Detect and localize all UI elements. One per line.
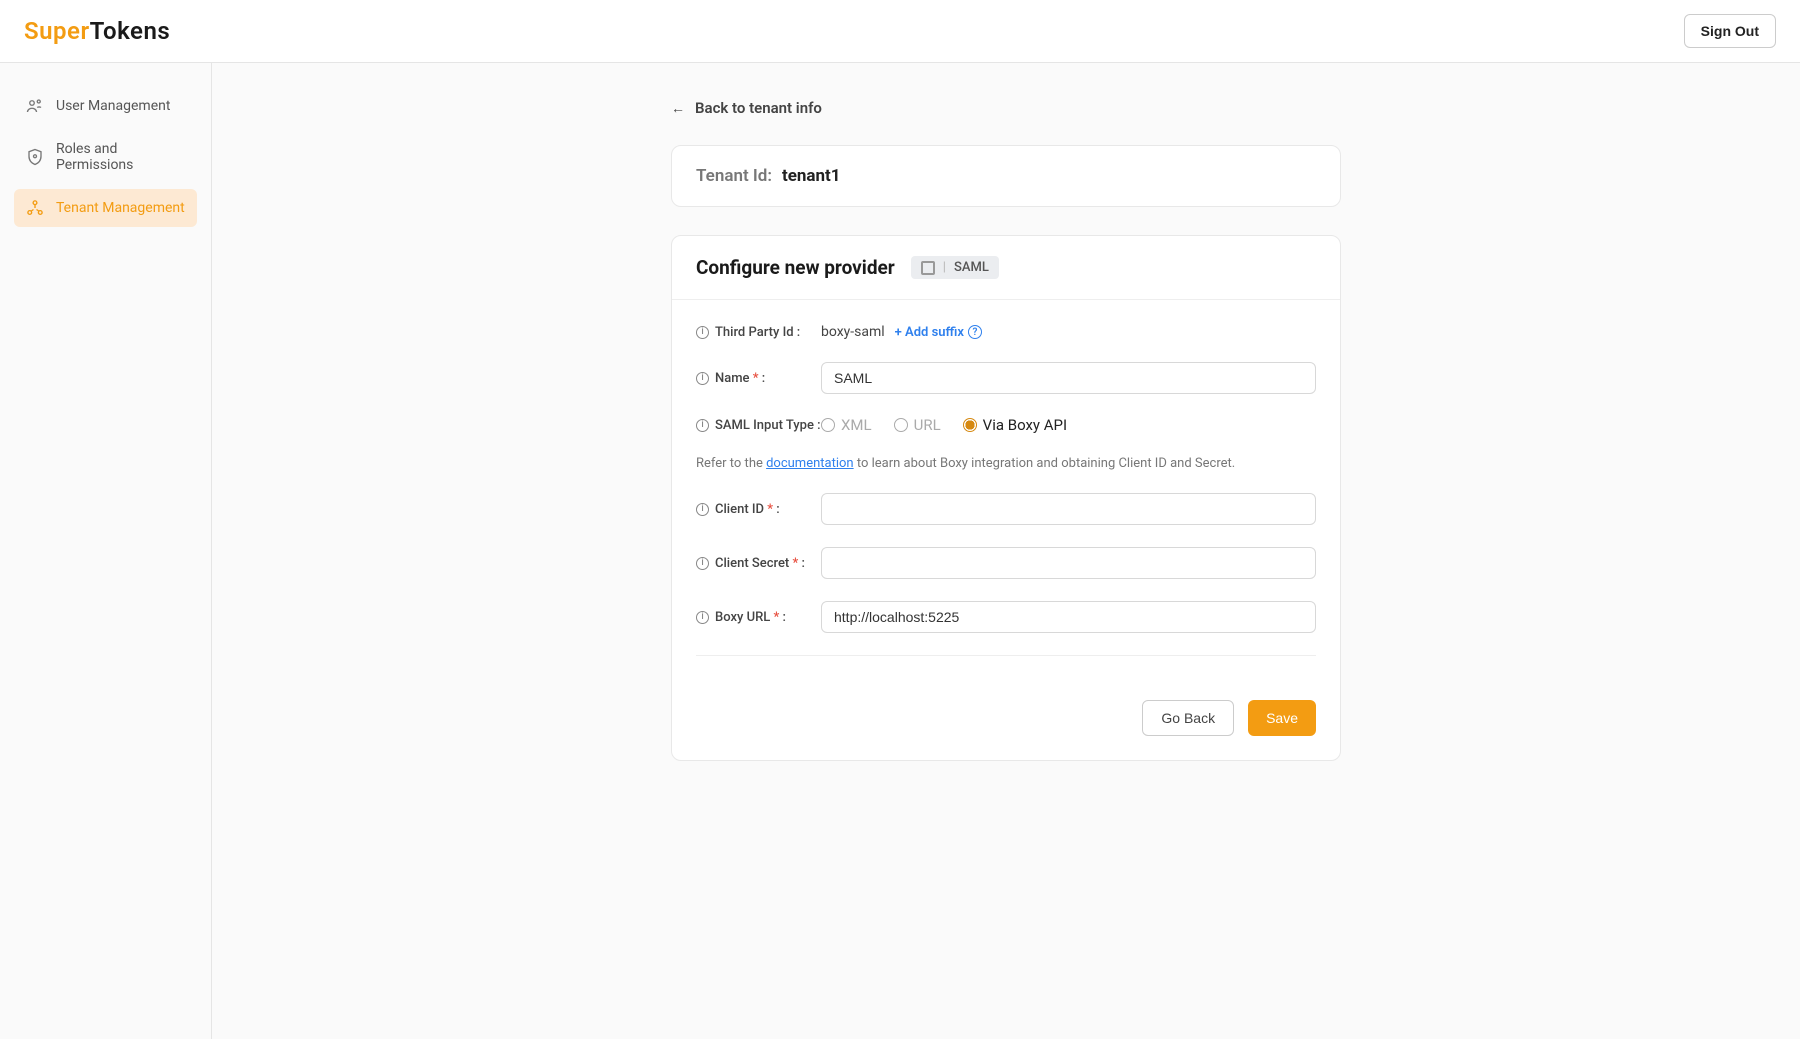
provider-form-card: Configure new provider | SAML i Third Pa… (671, 235, 1341, 761)
radio-url[interactable]: URL (894, 416, 941, 434)
client-secret-input[interactable] (821, 547, 1316, 579)
help-text: Refer to the documentation to learn abou… (696, 456, 1316, 471)
info-icon[interactable]: i (696, 503, 709, 516)
sidebar-item-tenant-management[interactable]: Tenant Management (14, 189, 197, 227)
info-icon[interactable]: i (696, 419, 709, 432)
boxy-url-input[interactable] (821, 601, 1316, 633)
provider-badge: | SAML (911, 256, 999, 279)
badge-text: SAML (954, 260, 989, 275)
shield-icon (26, 148, 44, 166)
radio-via-boxy[interactable]: Via Boxy API (963, 416, 1067, 434)
client-id-label: Client ID * : (715, 502, 780, 517)
back-link[interactable]: ← Back to tenant info (671, 99, 1341, 117)
back-link-label: Back to tenant info (695, 99, 822, 117)
people-icon (26, 97, 44, 115)
boxy-url-label: Boxy URL * : (715, 610, 786, 625)
sidebar-item-user-management[interactable]: User Management (14, 87, 197, 125)
square-icon (921, 261, 935, 275)
main-content: ← Back to tenant info Tenant Id: tenant1… (212, 63, 1800, 1039)
save-button[interactable]: Save (1248, 700, 1316, 736)
tenant-icon (26, 199, 44, 217)
form-title: Configure new provider (696, 256, 895, 279)
sidebar-item-roles[interactable]: Roles and Permissions (14, 131, 197, 183)
tenant-id-card: Tenant Id: tenant1 (671, 145, 1341, 207)
help-icon[interactable]: ? (968, 325, 982, 339)
documentation-link[interactable]: documentation (766, 456, 854, 471)
go-back-button[interactable]: Go Back (1142, 700, 1234, 736)
radio-xml[interactable]: XML (821, 416, 872, 434)
info-icon[interactable]: i (696, 372, 709, 385)
name-input[interactable] (821, 362, 1316, 394)
client-id-input[interactable] (821, 493, 1316, 525)
name-label: Name * : (715, 371, 765, 386)
info-icon[interactable]: i (696, 557, 709, 570)
tenant-id-label: Tenant Id: (696, 166, 772, 186)
saml-input-type-label: SAML Input Type : (715, 418, 821, 433)
third-party-id-value: boxy-saml (821, 324, 885, 340)
header: SuperTokens Sign Out (0, 0, 1800, 63)
signout-button[interactable]: Sign Out (1684, 14, 1776, 48)
add-suffix-link[interactable]: + Add suffix ? (895, 325, 982, 340)
logo: SuperTokens (24, 17, 170, 45)
sidebar-item-label: Tenant Management (56, 200, 185, 216)
client-secret-label: Client Secret * : (715, 556, 805, 571)
sidebar-item-label: User Management (56, 98, 170, 114)
info-icon[interactable]: i (696, 611, 709, 624)
divider (696, 655, 1316, 656)
sidebar-item-label: Roles and Permissions (56, 141, 185, 173)
tenant-id-value: tenant1 (782, 166, 841, 186)
arrow-left-icon: ← (671, 100, 685, 117)
sidebar: User Management Roles and Permissions Te… (0, 63, 212, 1039)
third-party-id-label: Third Party Id : (715, 325, 800, 340)
info-icon[interactable]: i (696, 326, 709, 339)
